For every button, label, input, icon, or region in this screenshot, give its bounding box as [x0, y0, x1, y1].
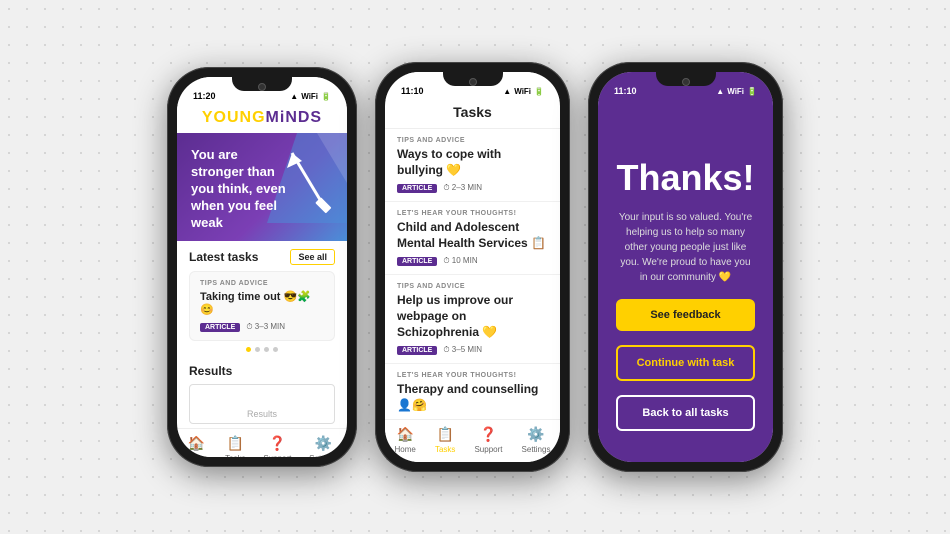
dot-2: [255, 347, 260, 352]
p2-header: Tasks: [385, 100, 560, 129]
nav-support-label-2: Support: [474, 445, 502, 454]
nav-tasks-label-2: Tasks: [435, 445, 455, 454]
phone-1-camera: [258, 83, 266, 91]
bottom-nav-1: 🏠 Home 📋 Tasks ❓ Support ⚙️ Settings: [177, 428, 347, 457]
phone-2-camera: [469, 78, 477, 86]
task-title-2: Help us improve our webpage on Schizophr…: [397, 293, 548, 340]
nav-settings-1[interactable]: ⚙️ Settings: [309, 435, 338, 457]
nav-support-2[interactable]: ❓ Support: [474, 426, 502, 454]
status-time-1: 11:20: [193, 91, 216, 101]
badge-1: ARTICLE: [397, 257, 437, 266]
dot-4: [273, 347, 278, 352]
phone-3-camera: [682, 78, 690, 86]
badge-2: ARTICLE: [397, 346, 437, 355]
nav-home-label-2: Home: [395, 445, 416, 454]
task-cat-0: TIPS AND ADVICE: [397, 137, 548, 144]
task-title-3: Therapy and counselling 👤🤗: [397, 382, 548, 413]
status-time-2: 11:10: [401, 86, 424, 96]
dots-indicator: [189, 347, 335, 352]
task-meta-1: ARTICLE ⏱ 10 MIN: [397, 256, 548, 266]
nav-tasks-1[interactable]: 📋 Tasks: [225, 435, 245, 457]
phone-1: 11:20 ▲ WiFi 🔋 YOUNGMiNDS: [167, 67, 357, 467]
thanks-screen: Thanks! Your input is so valued. You're …: [598, 100, 773, 462]
logo-young: YOUNG: [202, 109, 266, 126]
nav-settings-2[interactable]: ⚙️ Settings: [522, 426, 551, 454]
see-all-button[interactable]: See all: [290, 249, 335, 265]
nav-home-1[interactable]: 🏠 Home: [186, 435, 207, 457]
task-time: ⏱ 3–3 MIN: [246, 322, 285, 332]
bottom-nav-2: 🏠 Home 📋 Tasks ❓ Support ⚙️ Settings: [385, 419, 560, 462]
nav-settings-label: Settings: [309, 454, 338, 457]
home-icon: 🏠: [188, 435, 205, 452]
settings-icon-2: ⚙️: [527, 426, 544, 443]
banner-text: You are stronger than you think, even wh…: [191, 147, 291, 231]
continue-task-button[interactable]: Continue with task: [616, 345, 755, 381]
task-title: Taking time out 😎🧩😊: [200, 290, 324, 316]
task-title-1: Child and Adolescent Mental Health Servi…: [397, 220, 548, 251]
nav-support-1[interactable]: ❓ Support: [263, 435, 291, 457]
phone-2-screen: 11:10 ▲ WiFi 🔋 Tasks TIPS AND ADVICE Way…: [385, 72, 560, 462]
nav-support-label: Support: [263, 454, 291, 457]
status-time-3: 11:10: [614, 86, 637, 96]
time-2: ⏱ 3–5 MIN: [443, 345, 482, 355]
task-cat-2: TIPS AND ADVICE: [397, 283, 548, 290]
phone-3: 11:10 ▲ WiFi 🔋 Thanks! Your input is so …: [588, 62, 783, 472]
status-icons-2: ▲ WiFi 🔋: [503, 87, 544, 96]
results-title: Results: [189, 364, 335, 378]
phone-3-screen: 11:10 ▲ WiFi 🔋 Thanks! Your input is so …: [598, 72, 773, 462]
task-meta-2: ARTICLE ⏱ 3–5 MIN: [397, 345, 548, 355]
task-item-2[interactable]: TIPS AND ADVICE Help us improve our webp…: [385, 275, 560, 364]
results-box-label: Results: [198, 409, 326, 419]
article-badge: ARTICLE: [200, 323, 240, 332]
task-card-1[interactable]: TIPS AND ADVICE Taking time out 😎🧩😊 ARTI…: [189, 271, 335, 341]
section-title: Latest tasks: [189, 250, 258, 264]
p1-tasks-section: Latest tasks See all TIPS AND ADVICE Tak…: [177, 241, 347, 360]
settings-icon: ⚙️: [315, 435, 332, 452]
support-icon: ❓: [269, 435, 286, 452]
thanks-heading: Thanks!: [616, 160, 754, 196]
tasks-icon-2: 📋: [436, 426, 453, 443]
status-icons-3: ▲ WiFi 🔋: [716, 87, 757, 96]
task-title-0: Ways to cope with bullying 💛: [397, 147, 548, 178]
phone-1-screen: 11:20 ▲ WiFi 🔋 YOUNGMiNDS: [177, 77, 347, 457]
nav-tasks-label: Tasks: [225, 454, 245, 457]
tasks-icon: 📋: [227, 435, 244, 452]
p2-title: Tasks: [453, 104, 492, 120]
badge-0: ARTICLE: [397, 184, 437, 193]
section-header: Latest tasks See all: [189, 249, 335, 265]
task-item-3[interactable]: LET'S HEAR YOUR THOUGHTS! Therapy and co…: [385, 364, 560, 419]
task-item-0[interactable]: TIPS AND ADVICE Ways to cope with bullyi…: [385, 129, 560, 202]
nav-settings-label-2: Settings: [522, 445, 551, 454]
nav-home-2[interactable]: 🏠 Home: [395, 426, 416, 454]
support-icon-2: ❓: [480, 426, 497, 443]
time-1: ⏱ 10 MIN: [443, 256, 477, 266]
back-all-tasks-button[interactable]: Back to all tasks: [616, 395, 755, 431]
task-meta: ARTICLE ⏱ 3–3 MIN: [200, 322, 324, 332]
nav-tasks-2[interactable]: 📋 Tasks: [435, 426, 455, 454]
nav-home-label: Home: [186, 454, 207, 457]
task-meta-0: ARTICLE ⏱ 2–3 MIN: [397, 183, 548, 193]
phone-2: 11:10 ▲ WiFi 🔋 Tasks TIPS AND ADVICE Way…: [375, 62, 570, 472]
home-icon-2: 🏠: [396, 426, 413, 443]
task-cat-3: LET'S HEAR YOUR THOUGHTS!: [397, 372, 548, 379]
p1-banner: You are stronger than you think, even wh…: [177, 133, 347, 241]
time-0: ⏱ 2–3 MIN: [443, 183, 482, 193]
results-box: Results: [189, 384, 335, 424]
youngminds-logo: YOUNGMiNDS: [189, 109, 335, 127]
p1-header: YOUNGMiNDS: [177, 105, 347, 133]
dot-1: [246, 347, 251, 352]
results-section: Results Results: [177, 360, 347, 428]
task-item-1[interactable]: LET'S HEAR YOUR THOUGHTS! Child and Adol…: [385, 202, 560, 275]
task-cat-1: LET'S HEAR YOUR THOUGHTS!: [397, 210, 548, 217]
see-feedback-button[interactable]: See feedback: [616, 299, 755, 331]
task-category: TIPS AND ADVICE: [200, 280, 324, 287]
logo-minds: MiNDS: [266, 109, 323, 126]
dot-3: [264, 347, 269, 352]
status-icons-1: ▲ WiFi 🔋: [290, 92, 331, 101]
thanks-message: Your input is so valued. You're helping …: [616, 210, 755, 285]
task-list: TIPS AND ADVICE Ways to cope with bullyi…: [385, 129, 560, 419]
